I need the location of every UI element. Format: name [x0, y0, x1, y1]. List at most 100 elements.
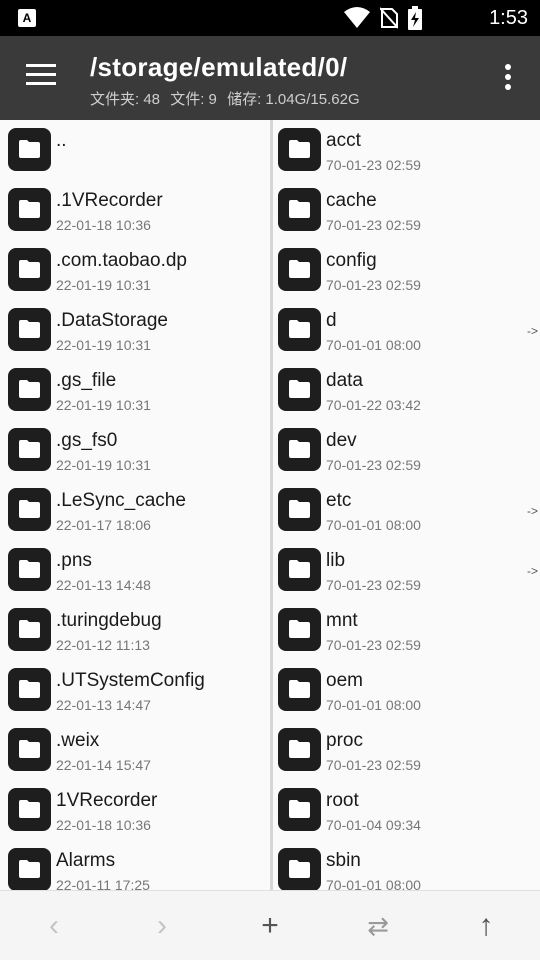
file-list-item[interactable]: sbin 70-01-01 08:00 [273, 840, 540, 890]
file-list-item[interactable]: proc 70-01-23 02:59 [273, 720, 540, 780]
right-file-pane[interactable]: acct 70-01-23 02:59 cache 70-01-23 02:59 con… [273, 120, 540, 890]
symlink-indicator: -> [526, 324, 538, 338]
file-list-item[interactable]: etc 70-01-01 08:00 -> [273, 480, 540, 540]
file-list-item[interactable]: Alarms 22-01-11 17:25 [0, 840, 270, 890]
parent-directory-button[interactable]: ↑ [466, 909, 506, 943]
file-name: .com.taobao.dp [56, 250, 187, 271]
file-list-item[interactable]: .pns 22-01-13 14:48 [0, 540, 270, 600]
left-file-pane[interactable]: .. .1VRecorder 22-01-18 10:36 .com.taobao.d… [0, 120, 270, 890]
app-notification-icon: A [18, 9, 36, 27]
file-name: .UTSystemConfig [56, 670, 205, 691]
file-list-item[interactable]: config 70-01-23 02:59 [273, 240, 540, 300]
file-date: 22-01-18 10:36 [56, 817, 151, 833]
file-date: 22-01-14 15:47 [56, 757, 151, 773]
file-list-item[interactable]: .DataStorage 22-01-19 10:31 [0, 300, 270, 360]
current-path: /storage/emulated/0/ [90, 52, 348, 82]
wifi-icon [344, 7, 370, 28]
file-date: 70-01-01 08:00 [326, 337, 421, 353]
folder-icon [8, 548, 51, 591]
file-date: 70-01-01 08:00 [326, 697, 421, 713]
file-date: 22-01-19 10:31 [56, 457, 151, 473]
folder-icon [8, 668, 51, 711]
file-list-item[interactable]: .LeSync_cache 22-01-17 18:06 [0, 480, 270, 540]
file-list-item[interactable]: .gs_file 22-01-19 10:31 [0, 360, 270, 420]
file-date: 22-01-13 14:48 [56, 577, 151, 593]
folder-icon [278, 248, 321, 291]
file-list-item[interactable]: dev 70-01-23 02:59 [273, 420, 540, 480]
file-name: sbin [326, 850, 361, 871]
battery-charging-icon [408, 6, 422, 30]
folder-icon [8, 128, 51, 171]
file-list-item[interactable]: acct 70-01-23 02:59 [273, 120, 540, 180]
file-date: 22-01-17 18:06 [56, 517, 151, 533]
forward-button[interactable]: › [142, 909, 182, 943]
file-date: 22-01-11 17:25 [56, 877, 150, 890]
hamburger-menu-icon[interactable] [26, 64, 56, 90]
file-list-item[interactable]: .gs_fs0 22-01-19 10:31 [0, 420, 270, 480]
file-name: cache [326, 190, 377, 211]
file-name: 1VRecorder [56, 790, 158, 811]
file-list-item[interactable]: oem 70-01-01 08:00 [273, 660, 540, 720]
file-name: .turingdebug [56, 610, 162, 631]
file-name: acct [326, 130, 361, 151]
folder-icon [8, 188, 51, 231]
file-name: lib [326, 550, 346, 571]
file-name: config [326, 250, 377, 271]
file-name: mnt [326, 610, 358, 631]
folder-icon [8, 248, 51, 291]
status-bar: A 1:53 [0, 0, 540, 36]
folder-icon [278, 188, 321, 231]
file-name: .1VRecorder [56, 190, 163, 211]
folder-icon [278, 548, 321, 591]
file-list-item[interactable]: data 70-01-22 03:42 [273, 360, 540, 420]
folder-icon [278, 788, 321, 831]
swap-panes-button[interactable]: ⇄ [358, 909, 398, 943]
file-date: 70-01-23 02:59 [326, 637, 421, 653]
file-date: 70-01-23 02:59 [326, 577, 421, 593]
file-list-item[interactable]: .turingdebug 22-01-12 11:13 [0, 600, 270, 660]
file-date: 70-01-23 02:59 [326, 457, 421, 473]
file-date: 22-01-19 10:31 [56, 397, 151, 413]
file-name: proc [326, 730, 363, 751]
folder-icon [278, 488, 321, 531]
file-name: .gs_fs0 [56, 430, 118, 451]
symlink-indicator: -> [526, 504, 538, 518]
file-list-item[interactable]: .weix 22-01-14 15:47 [0, 720, 270, 780]
file-date: 70-01-23 02:59 [326, 757, 421, 773]
file-list-item[interactable]: 1VRecorder 22-01-18 10:36 [0, 780, 270, 840]
file-name: .weix [56, 730, 100, 751]
folder-icon [278, 308, 321, 351]
file-name: .. [56, 130, 67, 151]
file-list-item[interactable]: .. [0, 120, 270, 180]
file-date: 70-01-01 08:00 [326, 517, 421, 533]
file-list-item[interactable]: .UTSystemConfig 22-01-13 14:47 [0, 660, 270, 720]
status-icons [344, 6, 422, 30]
file-name: etc [326, 490, 352, 511]
file-list-item[interactable]: d 70-01-01 08:00 -> [273, 300, 540, 360]
file-list-item[interactable]: .1VRecorder 22-01-18 10:36 [0, 180, 270, 240]
file-list-item[interactable]: mnt 70-01-23 02:59 [273, 600, 540, 660]
storage-usage: 储存: 1.04G/15.62G [227, 91, 360, 108]
more-options-icon[interactable] [504, 64, 512, 92]
clock: 1:53 [489, 7, 528, 29]
folder-icon [278, 848, 321, 890]
file-name: .gs_file [56, 370, 117, 391]
folder-icon [8, 848, 51, 890]
file-name: data [326, 370, 363, 391]
folder-icon [8, 488, 51, 531]
toolbar: /storage/emulated/0/ 文件夹: 48 文件: 9 储存: 1… [0, 36, 540, 120]
file-list-item[interactable]: root 70-01-04 09:34 [273, 780, 540, 840]
bottom-bar: ‹ › + ⇄ ↑ [0, 890, 540, 960]
add-button[interactable]: + [250, 909, 290, 943]
folder-icon [278, 728, 321, 771]
file-list-item[interactable]: .com.taobao.dp 22-01-19 10:31 [0, 240, 270, 300]
folder-icon [278, 608, 321, 651]
back-button[interactable]: ‹ [34, 909, 74, 943]
file-date: 22-01-19 10:31 [56, 277, 151, 293]
file-date: 22-01-19 10:31 [56, 337, 151, 353]
file-list-item[interactable]: cache 70-01-23 02:59 [273, 180, 540, 240]
file-name: oem [326, 670, 363, 691]
folder-icon [8, 728, 51, 771]
file-list-item[interactable]: lib 70-01-23 02:59 -> [273, 540, 540, 600]
folder-icon [8, 308, 51, 351]
